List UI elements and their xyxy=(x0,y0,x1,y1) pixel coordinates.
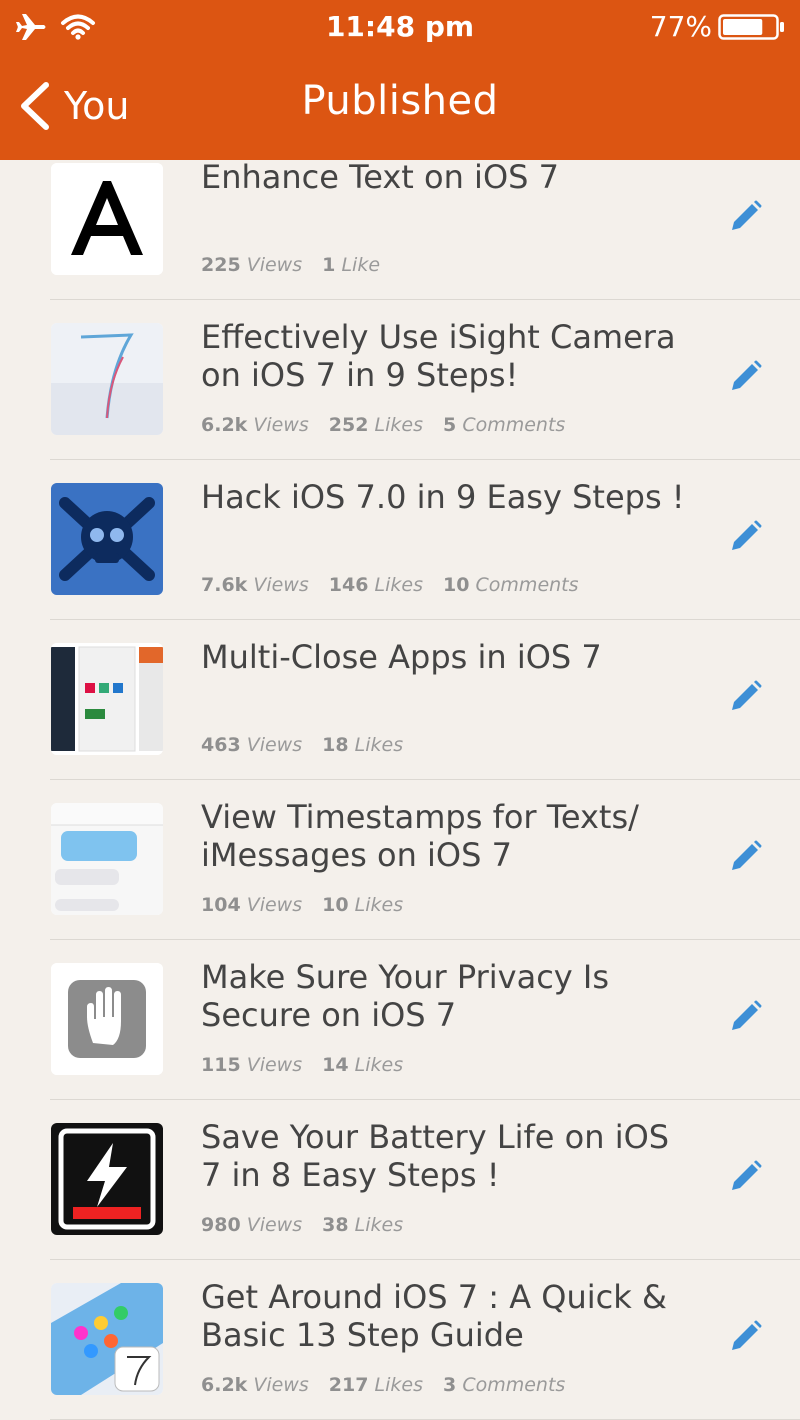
item-stats: 104 Views 10 Likes xyxy=(201,894,417,916)
thumbnail-ios7-seven xyxy=(51,323,163,435)
thumbnail-skull xyxy=(51,483,163,595)
pencil-icon xyxy=(732,360,762,390)
comments-label: Comments xyxy=(462,1374,566,1396)
comments-count: 10 xyxy=(443,574,470,596)
pencil-icon xyxy=(732,200,762,230)
views-count: 6.2k xyxy=(201,1374,248,1396)
battery-icon xyxy=(718,14,784,40)
likes-label: Likes xyxy=(374,1374,423,1396)
battery-percent: 77% xyxy=(649,10,712,43)
item-stats: 115 Views 14 Likes xyxy=(201,1054,417,1076)
thumbnail-privacy-hand xyxy=(51,963,163,1075)
comments-count: 5 xyxy=(443,414,457,436)
likes-label: Likes xyxy=(354,1214,404,1236)
list-item[interactable]: Multi-Close Apps in iOS 7 463 Views 18 L… xyxy=(0,620,800,780)
views-count: 6.2k xyxy=(201,414,248,436)
list-item[interactable]: Hack iOS 7.0 in 9 Easy Steps ! 7.6k View… xyxy=(0,460,800,620)
views-label: Views xyxy=(246,734,303,756)
thumbnail-battery-bolt xyxy=(51,1123,163,1235)
likes-count: 10 xyxy=(322,894,349,916)
views-label: Views xyxy=(253,414,309,436)
views-count: 104 xyxy=(201,894,241,916)
pencil-icon xyxy=(732,840,762,870)
item-title: Save Your Battery Life on iOS 7 in 8 Eas… xyxy=(201,1118,670,1194)
list-item[interactable]: Effectively Use iSight Camera on iOS 7 i… xyxy=(0,300,800,460)
list-item[interactable]: Make Sure Your Privacy Is Secure on iOS … xyxy=(0,940,800,1100)
pencil-icon xyxy=(732,680,762,710)
list-item[interactable]: Get Around iOS 7 : A Quick & Basic 13 St… xyxy=(0,1260,800,1420)
edit-button[interactable] xyxy=(726,998,764,1036)
views-count: 463 xyxy=(201,734,241,756)
likes-label: Likes xyxy=(354,734,404,756)
likes-label: Likes xyxy=(354,894,404,916)
edit-button[interactable] xyxy=(726,1318,764,1356)
views-label: Views xyxy=(246,1054,303,1076)
views-count: 7.6k xyxy=(201,574,248,596)
likes-count: 14 xyxy=(322,1054,349,1076)
likes-count: 252 xyxy=(328,414,369,436)
nav-bar: You Published xyxy=(0,56,800,160)
comments-label: Comments xyxy=(475,574,579,596)
item-stats: 980 Views 38 Likes xyxy=(201,1214,417,1236)
published-list: Enhance Text on iOS 7 225 Views 1 Like E… xyxy=(0,140,800,1420)
thumbnail-multitask xyxy=(51,643,163,755)
item-stats: 225 Views 1 Like xyxy=(201,254,394,276)
views-label: Views xyxy=(246,1214,303,1236)
likes-count: 38 xyxy=(322,1214,349,1236)
thumbnail-letter-a xyxy=(51,163,163,275)
edit-button[interactable] xyxy=(726,358,764,396)
views-label: Views xyxy=(246,894,303,916)
status-bar: 11:48 pm 77% xyxy=(0,0,800,56)
pencil-icon xyxy=(732,1320,762,1350)
edit-button[interactable] xyxy=(726,678,764,716)
views-count: 225 xyxy=(201,254,241,276)
list-item[interactable]: Save Your Battery Life on iOS 7 in 8 Eas… xyxy=(0,1100,800,1260)
views-label: Views xyxy=(246,254,303,276)
item-stats: 6.2k Views 252 Likes 5 Comments xyxy=(201,414,579,436)
views-label: Views xyxy=(253,574,309,596)
item-title: Get Around iOS 7 : A Quick & Basic 13 St… xyxy=(201,1278,667,1354)
battery-level-fill xyxy=(723,19,763,35)
item-stats: 7.6k Views 146 Likes 10 Comments xyxy=(201,574,593,596)
likes-label: Likes xyxy=(354,1054,404,1076)
thumbnail-ios7-homescreen xyxy=(51,1283,163,1395)
likes-count: 1 xyxy=(322,254,336,276)
item-title: Effectively Use iSight Camera on iOS 7 i… xyxy=(201,318,676,394)
item-stats: 6.2k Views 217 Likes 3 Comments xyxy=(201,1374,579,1396)
views-count: 115 xyxy=(201,1054,241,1076)
likes-count: 217 xyxy=(328,1374,369,1396)
list-item[interactable]: View Timestamps for Texts/ iMessages on … xyxy=(0,780,800,940)
pencil-icon xyxy=(732,1000,762,1030)
pencil-icon xyxy=(732,520,762,550)
views-label: Views xyxy=(253,1374,309,1396)
edit-button[interactable] xyxy=(726,518,764,556)
page-title: Published xyxy=(301,78,499,124)
edit-button[interactable] xyxy=(726,198,764,236)
likes-label: Likes xyxy=(374,574,423,596)
app-header: 11:48 pm 77% You Published xyxy=(0,0,800,160)
likes-count: 18 xyxy=(322,734,349,756)
thumbnail-messages xyxy=(51,803,163,915)
likes-label: Likes xyxy=(374,414,423,436)
comments-count: 3 xyxy=(443,1374,457,1396)
views-count: 980 xyxy=(201,1214,241,1236)
edit-button[interactable] xyxy=(726,838,764,876)
item-title: Enhance Text on iOS 7 xyxy=(201,158,559,196)
item-title: View Timestamps for Texts/ iMessages on … xyxy=(201,798,639,874)
pencil-icon xyxy=(732,1160,762,1190)
likes-label: Like xyxy=(341,254,381,276)
likes-count: 146 xyxy=(328,574,369,596)
item-title: Multi-Close Apps in iOS 7 xyxy=(201,638,602,676)
item-title: Hack iOS 7.0 in 9 Easy Steps ! xyxy=(201,478,685,516)
comments-label: Comments xyxy=(462,414,566,436)
edit-button[interactable] xyxy=(726,1158,764,1196)
list-item[interactable]: Enhance Text on iOS 7 225 Views 1 Like xyxy=(0,140,800,300)
item-stats: 463 Views 18 Likes xyxy=(201,734,417,756)
item-title: Make Sure Your Privacy Is Secure on iOS … xyxy=(201,958,609,1034)
